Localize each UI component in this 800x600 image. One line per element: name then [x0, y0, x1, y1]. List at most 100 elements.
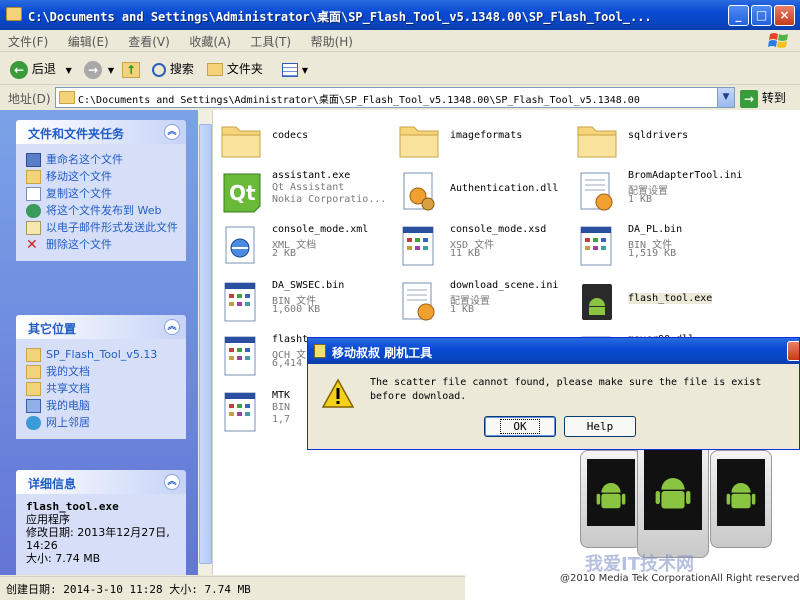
- maximize-button[interactable]: □: [751, 5, 772, 26]
- folder-icon: [207, 63, 223, 76]
- menu-edit[interactable]: 编辑(E): [60, 30, 117, 53]
- task-copy[interactable]: 复制这个文件: [26, 187, 182, 201]
- file-detail: 1 KB: [450, 304, 475, 315]
- ini-icon: [398, 280, 440, 324]
- folders-button[interactable]: 文件夹: [207, 59, 263, 79]
- android-icon: [596, 482, 626, 509]
- address-label: 地址(D): [8, 92, 51, 106]
- bin-icon: [398, 224, 440, 268]
- file-name: sqldrivers: [628, 130, 689, 141]
- rename-icon: [26, 153, 41, 167]
- file-detail: 1 KB: [628, 194, 653, 205]
- file-item[interactable]: BromAdapterTool.ini 配置设置 1 KB: [576, 168, 800, 218]
- place-shared-documents[interactable]: 共享文档: [26, 382, 182, 396]
- copy-icon: [26, 187, 41, 201]
- bin-icon: [220, 390, 262, 434]
- file-item[interactable]: flash_tool.exe: [576, 278, 800, 328]
- menu-view[interactable]: 查看(V): [120, 30, 178, 53]
- folder-icon: [26, 348, 41, 362]
- menu-tools[interactable]: 工具(T): [242, 30, 299, 53]
- folder-icon: [398, 117, 440, 161]
- file-name: flash_tool.exe: [628, 293, 713, 304]
- file-tasks-header[interactable]: 文件和文件夹任务 ︽: [16, 120, 186, 144]
- move-icon: [26, 170, 41, 184]
- file-name: imageformats: [450, 130, 523, 141]
- scrollbar-thumb[interactable]: [199, 124, 212, 564]
- help-button[interactable]: Help: [564, 416, 636, 437]
- place-parent-folder[interactable]: SP_Flash_Tool_v5.13: [26, 348, 182, 362]
- bin-icon: [220, 334, 262, 378]
- file-detail: 1,7: [272, 414, 291, 425]
- android-icon: [576, 280, 618, 324]
- status-bar: 创建日期: 2014-3-10 11:28 大小: 7.74 MB: [0, 576, 465, 600]
- close-button[interactable]: ×: [774, 5, 795, 26]
- task-publish-web[interactable]: 将这个文件发布到 Web: [26, 204, 182, 218]
- go-button[interactable]: → 转到: [740, 88, 786, 108]
- details-file-name: flash_tool.exe: [26, 500, 119, 513]
- dialog-close-button[interactable]: [787, 341, 799, 361]
- forward-button[interactable]: → ▼: [84, 59, 114, 79]
- network-icon: [26, 416, 41, 430]
- file-name: DA_PL.bin: [628, 224, 683, 235]
- details-header[interactable]: 详细信息 ︽: [16, 470, 186, 494]
- details-file-type: 应用程序: [26, 513, 70, 526]
- file-name: console_mode.xml: [272, 224, 369, 235]
- window-titlebar[interactable]: C:\Documents and Settings\Administrator\…: [0, 0, 800, 30]
- file-name: Authentication.dll: [450, 183, 559, 194]
- file-name: assistant.exe: [272, 170, 351, 181]
- ini-icon: [576, 170, 618, 214]
- qt-icon: Qt: [220, 170, 262, 214]
- menu-file[interactable]: 文件(F): [0, 30, 56, 53]
- go-arrow-icon: →: [740, 89, 758, 108]
- file-name: MTK: [272, 390, 291, 401]
- task-rename[interactable]: 重命名这个文件: [26, 153, 182, 167]
- windows-logo-icon: [768, 33, 788, 48]
- up-folder-button[interactable]: ↑: [122, 59, 140, 79]
- search-button[interactable]: 搜索: [152, 59, 194, 79]
- collapse-chevron-icon[interactable]: ︽: [164, 319, 180, 335]
- collapse-chevron-icon[interactable]: ︽: [164, 124, 180, 140]
- file-item[interactable]: flasht QCH 文 6,414: [220, 332, 307, 382]
- task-email[interactable]: 以电子邮件形式发送此文件: [26, 221, 182, 235]
- place-my-documents[interactable]: 我的文档: [26, 365, 182, 379]
- place-network[interactable]: 网上邻居: [26, 416, 182, 430]
- task-delete[interactable]: ✕ 删除这个文件: [26, 238, 182, 252]
- address-input[interactable]: C:\Documents and Settings\Administrator\…: [55, 87, 735, 108]
- status-text: 创建日期: 2014-3-10 11:28 大小: 7.74 MB: [6, 583, 251, 596]
- email-icon: [26, 221, 41, 235]
- dll-icon: [398, 170, 440, 214]
- dialog-titlebar[interactable]: 移动叔叔 刷机工具: [308, 338, 799, 364]
- file-detail: 1,519 KB: [628, 248, 677, 259]
- splash-image: 我爱IT技术网 @2010 Media Tek CorporationAll R…: [465, 440, 800, 600]
- folder-icon: [576, 117, 618, 161]
- phone-image: [637, 440, 709, 558]
- file-detail: 6,414: [272, 358, 303, 369]
- ok-button[interactable]: OK: [484, 416, 556, 437]
- file-item[interactable]: DA_PL.bin BIN 文件 1,519 KB: [576, 222, 800, 272]
- collapse-chevron-icon[interactable]: ︽: [164, 474, 180, 490]
- other-places-header[interactable]: 其它位置 ︽: [16, 315, 186, 339]
- vertical-scrollbar[interactable]: [198, 110, 213, 575]
- file-detail: 2 KB: [272, 248, 297, 259]
- file-item[interactable]: sqldrivers: [576, 115, 800, 165]
- up-folder-icon: ↑: [122, 61, 140, 78]
- views-button[interactable]: ▼: [282, 59, 308, 79]
- folder-icon: [59, 91, 75, 104]
- details-modified: 修改日期: 2013年12月27日, 14:26: [26, 526, 170, 552]
- back-button[interactable]: ← 后退 ▼: [10, 59, 72, 79]
- menu-help[interactable]: 帮助(H): [303, 30, 361, 53]
- place-my-computer[interactable]: 我的电脑: [26, 399, 182, 413]
- chevron-down-icon[interactable]: ▼: [717, 88, 734, 107]
- android-icon: [655, 477, 691, 509]
- my-computer-icon: [26, 399, 41, 413]
- dialog-title: 移动叔叔 刷机工具: [332, 346, 433, 360]
- file-name: BromAdapterTool.ini: [628, 170, 743, 181]
- bin-icon: [576, 224, 618, 268]
- task-move[interactable]: 移动这个文件: [26, 170, 182, 184]
- file-name: download_scene.ini: [450, 280, 559, 291]
- dialog-message: The scatter file cannot found, please ma…: [370, 377, 762, 402]
- minimize-button[interactable]: _: [728, 5, 749, 26]
- standard-toolbar: ← 后退 ▼ → ▼ ↑ 搜索 文件夹 ▼: [0, 53, 800, 85]
- menu-favorites[interactable]: 收藏(A): [181, 30, 239, 53]
- address-path: C:\Documents and Settings\Administrator\…: [78, 95, 640, 106]
